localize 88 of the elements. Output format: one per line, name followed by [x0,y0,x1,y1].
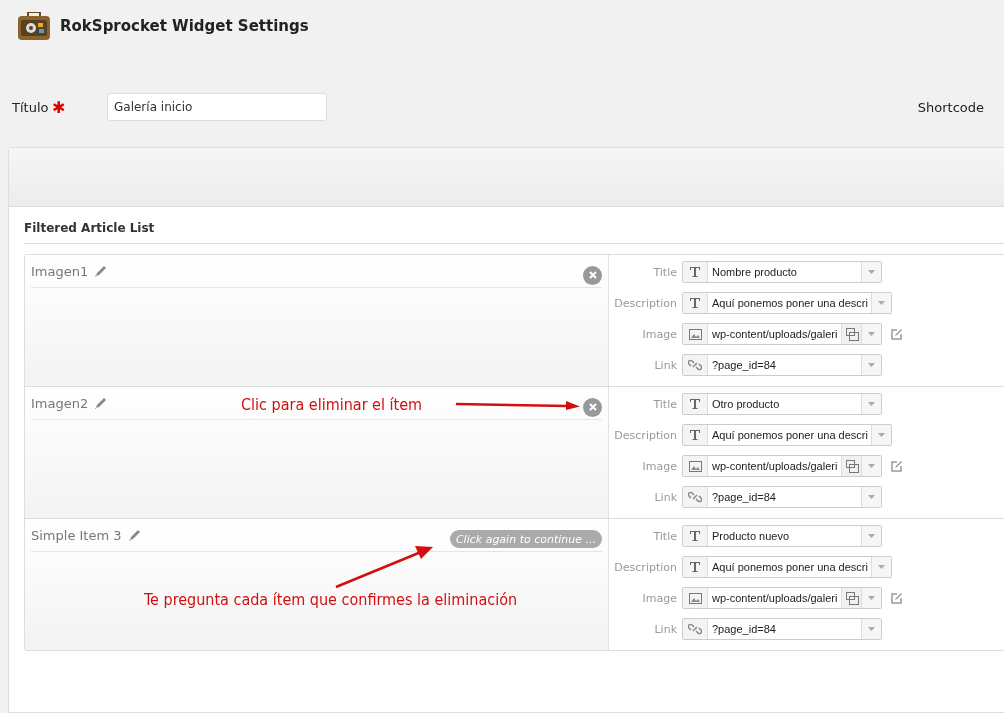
dropdown-button[interactable] [861,394,881,414]
shortcode-label: Shortcode [917,99,984,115]
caret-icon [877,565,885,569]
field-label: Description [613,560,678,574]
edit-icon[interactable] [890,591,903,605]
delete-button[interactable] [583,265,602,285]
field-label: Image [641,591,678,605]
required-asterisk: ✱ [52,97,67,117]
edit-icon[interactable] [890,459,903,473]
image-icon [688,460,702,472]
link-icon [688,359,702,371]
edit-icon[interactable] [890,327,903,341]
dropdown-button[interactable] [861,487,881,507]
text-type-icon [689,398,701,410]
pencil-icon[interactable] [127,528,142,542]
text-field[interactable]: Aquí ponemos poner una descri [682,424,892,446]
field-label: Link [653,622,678,636]
text-type-icon [689,561,701,573]
images-icon [844,591,859,605]
item-name: Imagen2 [31,395,89,411]
field-label: Link [653,358,678,372]
link-field[interactable]: ?page_id=84 [682,486,882,508]
dropdown-button[interactable] [861,324,881,344]
field-label: Description [613,428,678,442]
pencil-icon[interactable] [94,396,109,410]
caret-icon [868,596,875,600]
image-icon [688,328,702,340]
image-picker-button[interactable] [841,456,861,476]
dropdown-button[interactable] [861,355,881,375]
field-label: Título [12,99,50,115]
caret-icon [877,433,885,437]
text-field[interactable]: Producto nuevo [682,525,882,547]
close-icon [588,271,597,279]
field-label: Image [641,327,678,341]
images-icon [844,327,859,341]
text-type-icon [689,266,701,278]
close-icon [588,403,597,411]
image-path-field[interactable]: wp-content/uploads/galeri [682,455,882,477]
link-icon [688,491,702,503]
field-label: Link [653,490,678,504]
image-path-field[interactable]: wp-content/uploads/galeri [682,587,882,609]
link-icon [688,623,702,635]
dropdown-button[interactable] [861,456,881,476]
dropdown-button[interactable] [861,262,881,282]
delete-button[interactable] [583,397,602,417]
field-label: Description [613,296,678,310]
dropdown-button[interactable] [870,293,891,313]
text-field[interactable]: Aquí ponemos poner una descri [682,556,892,578]
text-field[interactable]: Nombre producto [682,261,882,283]
caret-icon [868,464,875,468]
item-name: Simple Item 3 [31,527,122,543]
text-type-icon [689,530,701,542]
link-field[interactable]: ?page_id=84 [682,354,882,376]
caret-icon [868,495,875,499]
page-title: RokSprocket Widget Settings [60,17,309,35]
item-name: Imagen1 [31,263,89,279]
annotation-text: Clic para eliminar el ítem [241,395,423,414]
title-input[interactable]: Galería inicio [107,93,327,121]
caret-icon [868,332,875,336]
dropdown-button[interactable] [861,619,881,639]
toolbox-gear-logo-icon [18,12,50,40]
text-type-icon [689,429,701,441]
image-icon [688,592,702,604]
text-field[interactable]: Otro producto [682,393,882,415]
image-path-field[interactable]: wp-content/uploads/galeri [682,323,882,345]
text-field[interactable]: Aquí ponemos poner una descri [682,292,892,314]
pencil-icon[interactable] [94,264,109,278]
dropdown-button[interactable] [870,425,891,445]
image-picker-button[interactable] [841,324,861,344]
text-type-icon [689,297,701,309]
field-label: Image [641,459,678,473]
caret-icon [868,627,875,631]
field-label: Title [652,265,678,279]
field-label: Title [652,529,678,543]
dropdown-button[interactable] [861,526,881,546]
caret-icon [868,534,875,538]
caret-icon [868,363,875,367]
caret-icon [877,301,885,305]
images-icon [844,459,859,473]
field-label: Title [652,397,678,411]
image-picker-button[interactable] [841,588,861,608]
section-title: Filtered Article List [24,207,1004,244]
caret-icon [868,402,875,406]
dropdown-button[interactable] [861,588,881,608]
dropdown-button[interactable] [870,557,891,577]
link-field[interactable]: ?page_id=84 [682,618,882,640]
caret-icon [868,270,875,274]
annotation-text: Te pregunta cada ítem que confirmes la eliminación [144,590,518,609]
